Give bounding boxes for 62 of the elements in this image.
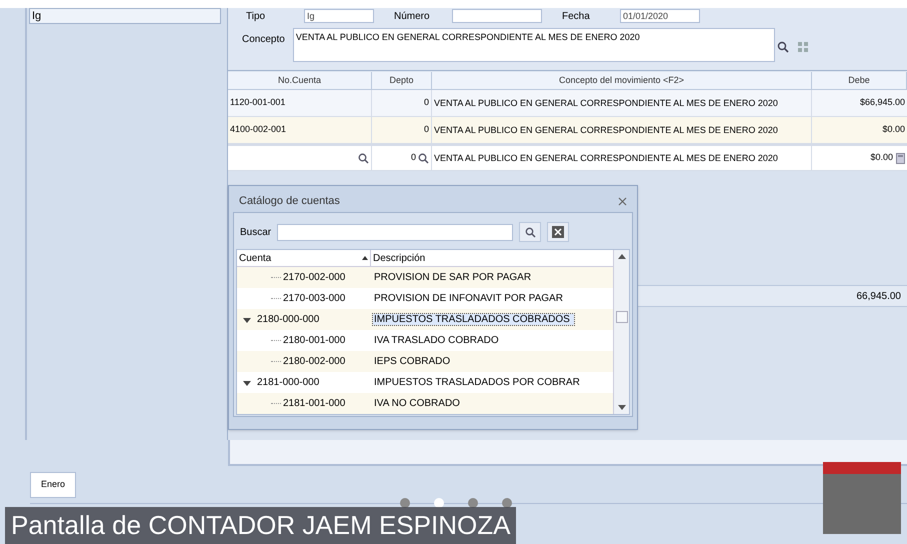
column-header[interactable]: Cuenta — [237, 250, 371, 266]
table-cell-text: $66,945.00 — [860, 96, 905, 110]
account-number[interactable]: 2181-000-000 — [257, 375, 320, 390]
account-description[interactable]: IVA TRASLADO COBRADO — [373, 335, 499, 346]
account-description[interactable]: IMPUESTOS TRASLADADOS POR COBRAR — [373, 377, 580, 388]
table-cell-text: 1120-001-001 — [230, 96, 286, 110]
search-icon[interactable] — [418, 152, 429, 164]
account-number[interactable]: 2181-001-000 — [283, 396, 346, 411]
clear-button[interactable] — [547, 222, 570, 242]
collapse-arrow-icon[interactable] — [243, 378, 251, 386]
account-description[interactable]: PROVISION DE SAR POR PAGAR — [373, 272, 532, 283]
search-button[interactable] — [519, 222, 542, 242]
input-field[interactable]: VENTA AL PUBLICO EN GENERAL CORRESPONDIENTE AL MES DE ENERO 2020 — [292, 28, 775, 62]
field-label: Concepto — [242, 33, 285, 47]
dialog-title: Catálogo de cuentas — [239, 194, 340, 209]
table-cell: VENTA AL PUBLICO EN GENERAL CORRESPONDIENTE AL MES DE ENERO 2020 — [434, 153, 778, 163]
field-label: Número — [394, 10, 431, 24]
column-header[interactable]: No.Cuenta — [228, 72, 372, 89]
input-field[interactable] — [452, 9, 542, 23]
account-number[interactable]: 2180-002-000 — [283, 354, 346, 369]
collapse-arrow-icon[interactable] — [243, 316, 251, 324]
scroll-down-icon[interactable] — [618, 405, 626, 410]
search-icon[interactable] — [776, 41, 789, 53]
table-cell: VENTA AL PUBLICO EN GENERAL CORRESPONDIENTE AL MES DE ENERO 2020 — [434, 98, 778, 108]
account-description[interactable]: IEPS COBRADO — [373, 356, 450, 367]
total-amount: 66,945.00 — [856, 290, 901, 304]
input-field[interactable]: Ig — [29, 8, 221, 24]
account-description[interactable]: IVA NO COBRADO — [373, 398, 460, 409]
search-icon[interactable] — [358, 152, 369, 164]
table-cell-text: $0.00 — [870, 151, 893, 164]
search-field[interactable] — [277, 224, 514, 240]
table-cell: VENTA AL PUBLICO EN GENERAL CORRESPONDIENTE AL MES DE ENERO 2020 — [434, 125, 778, 135]
calculator-icon[interactable] — [896, 152, 905, 164]
search-label: Buscar — [240, 226, 272, 240]
table-cell-text: 0 — [424, 96, 429, 110]
close-icon[interactable] — [618, 196, 627, 206]
field-label: Fecha — [562, 10, 591, 24]
sort-ascending-icon — [362, 256, 368, 260]
input-field[interactable]: 01/01/2020 — [620, 9, 700, 23]
column-header[interactable]: Depto — [372, 72, 432, 89]
scrollbar[interactable] — [613, 250, 629, 414]
caption: Pantalla de CONTADOR JAEM ESPINOZA — [11, 510, 510, 540]
table-cell-text: 0 — [410, 151, 416, 164]
table-cell-text: 0 — [424, 123, 429, 136]
account-description[interactable]: PROVISION DE INFONAVIT POR PAGAR — [373, 293, 563, 304]
search-icon — [524, 226, 536, 238]
tab[interactable]: Enero — [30, 472, 76, 498]
account-number[interactable]: 2180-001-000 — [283, 333, 346, 348]
input-field[interactable]: Ig — [304, 9, 374, 23]
column-header[interactable]: Concepto del movimiento <F2> — [432, 72, 812, 89]
field-label: Tipo — [246, 10, 266, 24]
table-cell-text: 4100-002-001 — [230, 123, 286, 136]
account-number[interactable]: 2170-003-000 — [283, 291, 346, 306]
account-description[interactable]: IMPUESTOS TRASLADADOS COBRADOS — [373, 314, 574, 325]
account-number[interactable]: 2180-000-000 — [257, 312, 320, 327]
column-header[interactable]: Debe — [812, 72, 907, 89]
clear-icon — [552, 226, 564, 238]
account-number[interactable]: 2170-002-000 — [283, 270, 346, 285]
table-cell-text: $0.00 — [882, 123, 905, 136]
scroll-up-icon[interactable] — [618, 254, 626, 259]
column-header[interactable]: Descripción — [371, 250, 613, 266]
scroll-thumb[interactable] — [616, 311, 628, 323]
